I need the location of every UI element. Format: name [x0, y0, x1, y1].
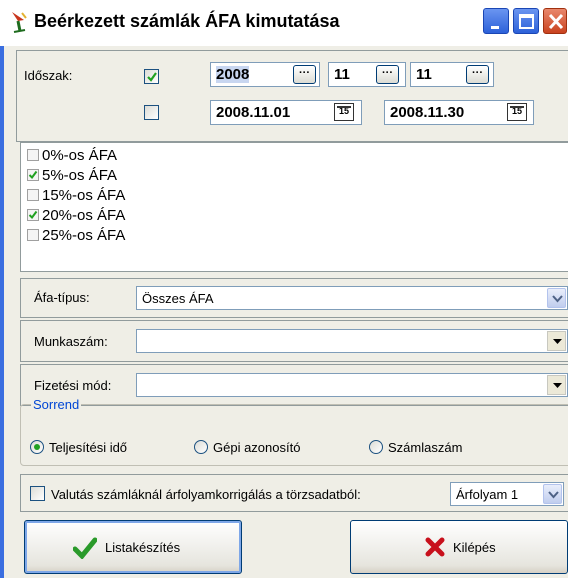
- sort-machine-id-radio[interactable]: [194, 440, 208, 454]
- vat-0-checkbox[interactable]: [27, 149, 39, 161]
- list-item[interactable]: 25%-os ÁFA: [27, 227, 125, 244]
- month-picker-button[interactable]: ···: [376, 65, 399, 84]
- title-bar: Beérkezett számlák ÁFA kimutatása: [0, 0, 568, 46]
- payment-method-select[interactable]: [136, 373, 568, 397]
- vat-0-label: 0%-os ÁFA: [42, 147, 118, 164]
- currency-correction-label[interactable]: Valutás számláknál árfolyamkorrigálás a …: [51, 487, 361, 502]
- list-item[interactable]: 5%-os ÁFA: [27, 167, 117, 184]
- vat-25-label: 25%-os ÁFA: [42, 227, 126, 244]
- chevron-down-icon[interactable]: [547, 375, 566, 395]
- chevron-down-icon[interactable]: [543, 484, 562, 504]
- sort-order-group: Sorrend: [20, 397, 568, 466]
- payment-method-label: Fizetési mód:: [34, 378, 112, 393]
- create-list-label: Listakészítés: [105, 540, 181, 555]
- sort-invoice-number-radio[interactable]: [369, 440, 383, 454]
- month-value: 11: [334, 66, 350, 83]
- vat-15-checkbox[interactable]: [27, 189, 39, 201]
- exit-button[interactable]: Kilépés: [350, 520, 568, 574]
- checkmark-icon: [73, 537, 97, 559]
- sort-machine-id-label[interactable]: Gépi azonosító: [213, 440, 300, 455]
- date-to-calendar-button[interactable]: 15: [507, 103, 527, 121]
- create-list-button[interactable]: Listakészítés: [24, 520, 242, 574]
- year-picker-button[interactable]: ···: [293, 65, 316, 84]
- currency-correction-checkbox[interactable]: [30, 486, 45, 501]
- x-mark-icon: [425, 537, 445, 557]
- period-range-checkbox[interactable]: [144, 105, 159, 120]
- window-title: Beérkezett számlák ÁFA kimutatása: [34, 11, 340, 31]
- exchange-rate-select[interactable]: Árfolyam 1: [450, 482, 564, 506]
- vat-rate-list: 0%-os ÁFA 5%-os ÁFA 15%-os ÁFA 20%-os ÁF…: [20, 142, 568, 272]
- job-number-select[interactable]: [136, 329, 568, 353]
- period-exact-checkbox[interactable]: [144, 69, 159, 84]
- list-item[interactable]: 20%-os ÁFA: [27, 207, 125, 224]
- exchange-rate-value: Árfolyam 1: [456, 487, 519, 502]
- list-item[interactable]: 15%-os ÁFA: [27, 187, 125, 204]
- close-button[interactable]: [542, 7, 568, 35]
- close-icon: [548, 13, 564, 30]
- chevron-down-icon[interactable]: [547, 331, 566, 351]
- period-label: Időszak:: [24, 68, 73, 83]
- day-value: 11: [416, 66, 432, 83]
- vat-25-checkbox[interactable]: [27, 229, 39, 241]
- sort-invoice-number-label[interactable]: Számlaszám: [388, 440, 462, 455]
- date-from-calendar-button[interactable]: 15: [334, 103, 354, 121]
- check-icon: [28, 210, 38, 220]
- date-from-value: 2008.11.01: [216, 104, 291, 121]
- list-item[interactable]: 0%-os ÁFA: [27, 147, 117, 164]
- vat-type-label: Áfa-típus:: [34, 290, 90, 305]
- vat-5-label: 5%-os ÁFA: [42, 167, 118, 184]
- exit-label: Kilépés: [453, 540, 496, 555]
- wine-glass-icon: [12, 12, 27, 33]
- date-to-value: 2008.11.30: [390, 104, 465, 121]
- vat-5-checkbox[interactable]: [27, 169, 39, 181]
- minimize-button[interactable]: [482, 7, 510, 35]
- check-icon: [147, 72, 157, 82]
- vat-20-label: 20%-os ÁFA: [42, 207, 126, 224]
- sort-fulfillment-radio[interactable]: [30, 440, 44, 454]
- day-picker-button[interactable]: ···: [466, 65, 489, 84]
- vat-15-label: 15%-os ÁFA: [42, 187, 126, 204]
- maximize-icon: [519, 14, 534, 29]
- job-number-label: Munkaszám:: [34, 334, 108, 349]
- check-icon: [28, 170, 38, 180]
- sort-order-legend: Sorrend: [31, 397, 82, 412]
- vat-20-checkbox[interactable]: [27, 209, 39, 221]
- vat-type-value: Összes ÁFA: [142, 291, 214, 306]
- vat-type-select[interactable]: Összes ÁFA: [136, 286, 568, 310]
- minimize-icon: [491, 26, 499, 29]
- maximize-button[interactable]: [512, 7, 540, 35]
- year-value: 2008: [216, 66, 250, 83]
- sort-fulfillment-label[interactable]: Teljesítési idő: [49, 440, 127, 455]
- window-body: Időszak: 2008 ··· 11 ··· 11 ··· 2008.11.…: [0, 46, 568, 578]
- chevron-down-icon[interactable]: [547, 288, 566, 308]
